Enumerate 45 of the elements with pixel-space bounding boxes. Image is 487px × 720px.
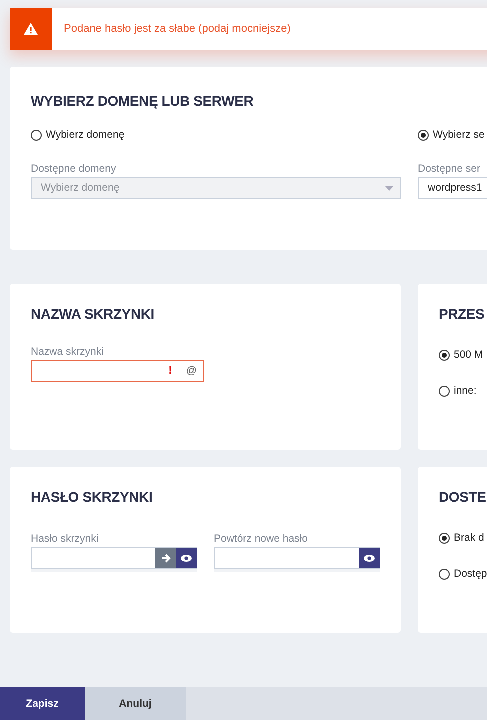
card-title: HASŁO SKRZYNKI bbox=[31, 489, 154, 505]
radio-label: 500 M bbox=[454, 349, 484, 361]
radio-option[interactable]: Wybierz se bbox=[418, 129, 487, 141]
radio-option[interactable]: Brak d bbox=[439, 532, 487, 544]
arrow-right-icon bbox=[160, 554, 170, 562]
field-suffix: @ bbox=[186, 365, 197, 377]
radio-button[interactable] bbox=[439, 350, 450, 360]
error-mark: ! bbox=[168, 365, 172, 377]
radio-label: Brak d bbox=[454, 532, 484, 544]
radio-button[interactable] bbox=[439, 568, 450, 580]
radio-label: Wybierz se bbox=[433, 129, 485, 141]
radio-option[interactable]: 500 M bbox=[439, 349, 487, 361]
radio-label: inne: bbox=[454, 385, 477, 397]
radio-button[interactable] bbox=[439, 532, 450, 544]
input-field[interactable]: ! @ bbox=[31, 360, 204, 382]
card-title: PRZES bbox=[439, 306, 486, 322]
radio-button[interactable] bbox=[439, 386, 450, 396]
radio-button[interactable] bbox=[31, 130, 42, 140]
radio-option[interactable]: Dostęp bbox=[439, 568, 487, 580]
field-label: Dostępne domeny bbox=[31, 163, 118, 175]
show-password-button[interactable] bbox=[359, 548, 380, 568]
warning-icon bbox=[24, 23, 38, 35]
card-title: DOSTE bbox=[439, 489, 487, 505]
dropdown-caret-icon bbox=[385, 186, 394, 190]
card-title: NAZWA SKRZYNKI bbox=[31, 306, 156, 322]
field-label: Hasło skrzynki bbox=[31, 533, 100, 545]
show-password-button[interactable] bbox=[176, 548, 197, 568]
field-label: Nazwa skrzynki bbox=[31, 346, 105, 358]
field-label: Dostępne ser bbox=[418, 163, 482, 175]
card-title: WYBIERZ DOMENĘ LUB SERWER bbox=[31, 93, 255, 109]
radio-label: Dostęp bbox=[454, 568, 487, 580]
password-field[interactable] bbox=[31, 547, 197, 569]
radio-button[interactable] bbox=[418, 130, 429, 140]
radio-option[interactable]: Wybierz domenę bbox=[31, 129, 401, 141]
generate-button[interactable] bbox=[155, 548, 176, 568]
eye-icon bbox=[181, 554, 192, 562]
eye-icon bbox=[364, 554, 375, 562]
radio-option[interactable]: inne: bbox=[439, 385, 487, 397]
alert-message: Podane hasło jest za słabe (podaj mocniejsze) bbox=[64, 23, 291, 35]
cancel-button[interactable]: Anuluj bbox=[85, 687, 186, 720]
password-field[interactable] bbox=[214, 547, 380, 569]
field-label: Powtórz nowe hasło bbox=[214, 533, 309, 545]
radio-label: Wybierz domenę bbox=[46, 129, 125, 141]
save-button[interactable]: Zapisz bbox=[0, 687, 85, 720]
select-field[interactable]: wordpress1 bbox=[418, 177, 487, 199]
